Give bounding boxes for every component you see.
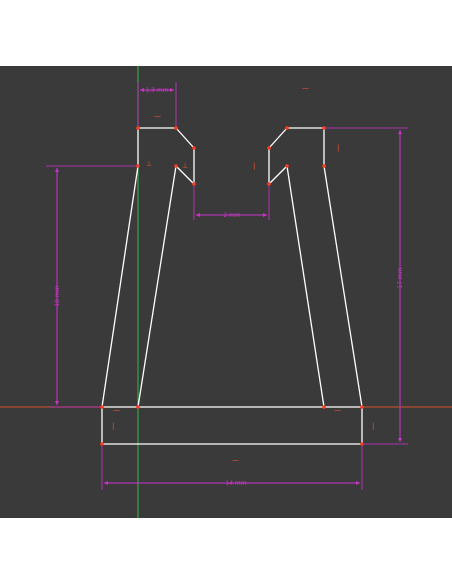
vertical-constraint-icon: | [112,422,114,430]
profile-geometry[interactable] [101,127,363,445]
horizontal-constraint-icon: — [113,406,120,414]
arrow-left-icon [140,88,144,92]
arrow-up-icon [398,130,402,134]
arrow-right-icon [356,481,360,485]
vertex-point[interactable] [174,164,178,168]
arrow-left-icon [104,481,108,485]
vertex-point[interactable] [174,126,178,130]
edge-left-chamfer[interactable] [175,127,195,149]
vertex-point[interactable] [285,164,289,168]
dimension-slot-width[interactable]: 2 mm [193,186,270,220]
dimension-right-height[interactable]: 17 mm [326,127,408,445]
dimension-label[interactable]: 14 mm [225,480,246,487]
vertex-point[interactable] [360,442,364,446]
horizontal-constraint-icon: — [302,84,309,92]
vertex-point[interactable] [100,442,104,446]
dimension-left-height[interactable]: 10 mm [46,165,136,408]
arrow-right-icon [170,88,174,92]
edge-left-outer-leg[interactable] [101,165,139,408]
vertex-point[interactable] [360,405,364,409]
vertex-point[interactable] [285,126,289,130]
vertical-constraint-icon: | [372,422,374,430]
edge-left-inner-leg[interactable] [137,165,177,408]
sketch-drawing[interactable]: — — — — — | | | | ⊥ ⊥ 1.3 mm 2 mm 10 mm … [0,66,452,518]
vertex-point[interactable] [267,146,271,150]
arrow-down-icon [398,438,402,442]
edge-right-inner-leg[interactable] [286,165,325,408]
vertex-point[interactable] [322,405,326,409]
dimension-label[interactable]: 2 mm [223,212,241,219]
dimension-label[interactable]: 1.3 mm [145,87,168,94]
arrow-right-icon [263,213,267,217]
vertical-constraint-icon: | [337,144,339,152]
horizontal-constraint-icon: — [334,406,341,414]
arrow-left-icon [196,213,200,217]
vertex-point[interactable] [136,126,140,130]
vertex-point[interactable] [192,182,196,186]
vertex-point[interactable] [192,146,196,150]
sketch-canvas[interactable]: — — — — — | | | | ⊥ ⊥ 1.3 mm 2 mm 10 mm … [0,66,452,518]
vertex-point[interactable] [136,405,140,409]
edge-right-inner-hook[interactable] [268,165,288,185]
vertex-point[interactable] [136,164,140,168]
horizontal-constraint-icon: — [154,112,161,120]
vertex-point[interactable] [267,182,271,186]
arrow-up-icon [55,168,59,172]
dimension-label[interactable]: 17 mm [397,267,404,288]
arrow-down-icon [55,401,59,405]
edge-right-chamfer[interactable] [268,127,288,149]
perpendicular-constraint-icon: ⊥ [146,160,152,168]
perpendicular-constraint-icon: ⊥ [182,162,188,170]
vertex-point[interactable] [100,405,104,409]
edge-right-outer-leg[interactable] [323,165,363,408]
dimension-label[interactable]: 10 mm [54,285,61,306]
vertical-constraint-icon: | [253,162,255,170]
vertex-point[interactable] [322,126,326,130]
vertex-point[interactable] [322,164,326,168]
horizontal-constraint-icon: — [232,456,239,464]
dimension-bottom-width[interactable]: 14 mm [101,446,363,490]
